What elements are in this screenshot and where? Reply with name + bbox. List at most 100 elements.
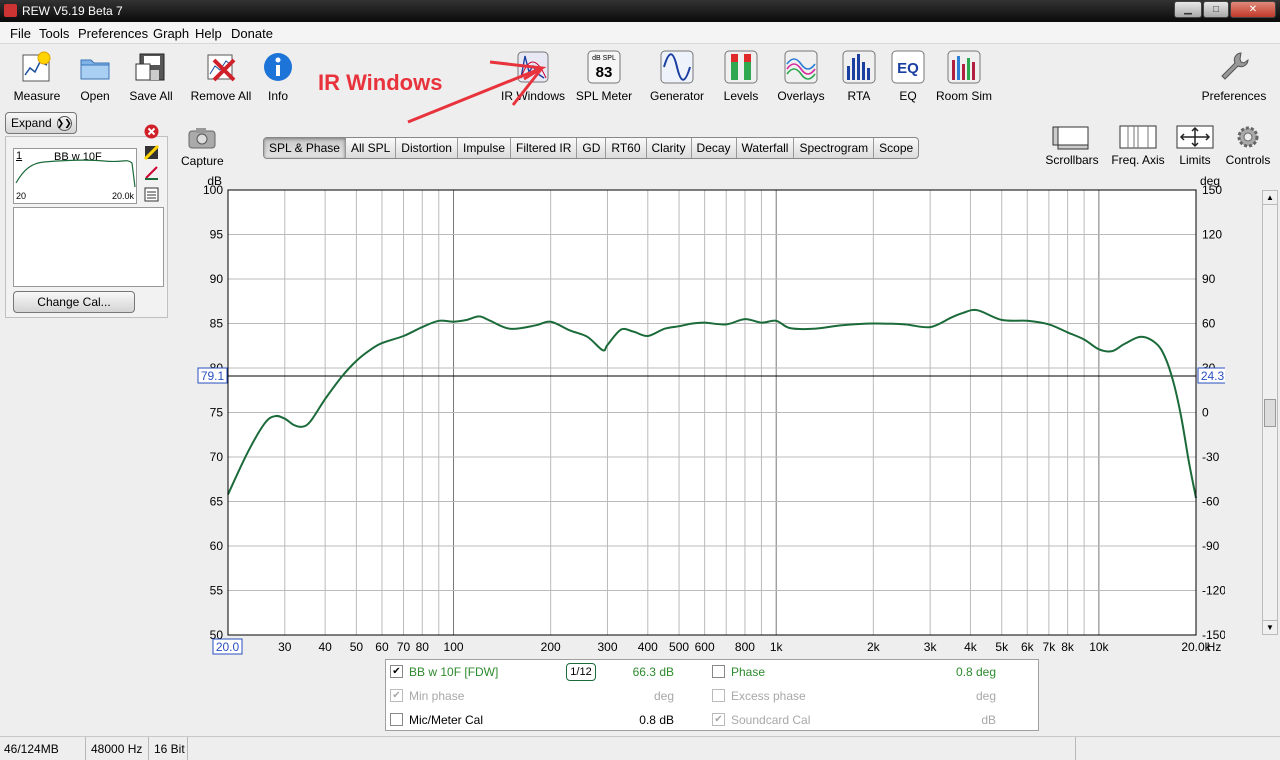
color-picker-icon[interactable] xyxy=(144,145,159,160)
levels-button[interactable]: Levels xyxy=(721,50,761,103)
overlays-button[interactable]: Overlays xyxy=(776,50,826,103)
measure-label: Measure xyxy=(13,89,61,103)
x-tick-label: 7k xyxy=(1043,640,1057,654)
y2-tick-label: -60 xyxy=(1202,495,1220,509)
change-cal-button[interactable]: Change Cal... xyxy=(13,291,135,313)
menu-preferences[interactable]: Preferences xyxy=(78,26,148,41)
info-button[interactable]: Info xyxy=(261,50,295,103)
y-tick-label: 55 xyxy=(210,584,224,598)
tab-spectrogram[interactable]: Spectrogram xyxy=(794,138,875,158)
remove-measurement-icon[interactable] xyxy=(144,124,159,139)
y-tick-label: 95 xyxy=(210,228,224,242)
x-tick-label: 5k xyxy=(995,640,1009,654)
measurement-thumbnail[interactable]: 1 BB w 10F 20 20.0k xyxy=(13,148,137,204)
tab-distortion[interactable]: Distortion xyxy=(396,138,458,158)
eq-icon: EQ xyxy=(891,50,925,84)
vertical-scrollbar[interactable]: ▲ ▼ xyxy=(1262,190,1278,635)
spl-meter-button[interactable]: dB SPL 83 SPL Meter xyxy=(574,50,634,103)
tab-spl-phase[interactable]: SPL & Phase xyxy=(264,138,346,158)
close-window-button[interactable]: ✕ xyxy=(1230,1,1276,18)
rta-button[interactable]: RTA xyxy=(842,50,876,103)
y2-tick-label: 60 xyxy=(1202,317,1216,331)
phase-checkbox[interactable] xyxy=(712,665,725,678)
cursor-deg-label: 24.3 xyxy=(1201,369,1225,383)
menu-help[interactable]: Help xyxy=(195,26,222,41)
open-button[interactable]: Open xyxy=(76,50,114,103)
line-style-icon[interactable] xyxy=(144,165,159,180)
x-tick-label: 50 xyxy=(350,640,364,654)
menu-graph[interactable]: Graph xyxy=(153,26,189,41)
controls-button[interactable]: Controls xyxy=(1222,124,1274,167)
y2-tick-label: -120 xyxy=(1202,584,1225,598)
spl-trace-name: BB w 10F [FDW] xyxy=(409,665,499,679)
tab-filtered-ir[interactable]: Filtered IR xyxy=(511,138,578,158)
tab-clarity[interactable]: Clarity xyxy=(647,138,692,158)
menu-file[interactable]: File xyxy=(10,26,31,41)
tab-rt60[interactable]: RT60 xyxy=(606,138,647,158)
min-phase-checkbox[interactable]: ✔ xyxy=(390,689,403,702)
annotation-arrow xyxy=(407,60,547,124)
capture-button[interactable]: Capture xyxy=(181,126,224,168)
tab-all-spl[interactable]: All SPL xyxy=(346,138,397,158)
scroll-down-icon[interactable]: ▼ xyxy=(1263,620,1277,634)
bit-depth-status: 16 Bit xyxy=(150,737,188,760)
x-tick-label: 40 xyxy=(318,640,332,654)
spl-trace-checkbox[interactable]: ✔ xyxy=(390,665,403,678)
freq-axis-button[interactable]: Freq. Axis xyxy=(1110,124,1166,167)
y-tick-label: 60 xyxy=(210,539,224,553)
expand-button[interactable]: Expand ❯❯ xyxy=(5,112,77,134)
notes-textarea[interactable] xyxy=(13,207,164,287)
capture-label: Capture xyxy=(181,154,224,168)
y-axis-label: dB xyxy=(207,174,222,188)
rta-icon xyxy=(842,50,876,84)
remove-all-button[interactable]: Remove All xyxy=(188,50,254,103)
maximize-button[interactable]: □ xyxy=(1203,1,1229,18)
open-label: Open xyxy=(80,89,110,103)
notes-icon[interactable] xyxy=(144,187,159,202)
sine-wave-icon xyxy=(660,50,694,84)
window-title: REW V5.19 Beta 7 xyxy=(22,4,123,18)
excess-phase-label: Excess phase xyxy=(731,689,806,703)
rta-label: RTA xyxy=(847,89,871,103)
y2-tick-label: 0 xyxy=(1202,406,1209,420)
y2-axis-label: deg xyxy=(1200,174,1220,188)
tab-waterfall[interactable]: Waterfall xyxy=(737,138,795,158)
spl-meter-label: SPL Meter xyxy=(575,89,633,103)
menu-tools[interactable]: Tools xyxy=(39,26,69,41)
measure-button[interactable]: Measure xyxy=(10,50,64,103)
tab-decay[interactable]: Decay xyxy=(692,138,737,158)
sample-rate-status: 48000 Hz xyxy=(87,737,149,760)
limits-button[interactable]: Limits xyxy=(1173,124,1217,167)
measurement-panel: 1 BB w 10F 20 20.0k Change Cal... xyxy=(5,124,168,318)
x-tick-label: 100 xyxy=(444,640,464,654)
tab-impulse[interactable]: Impulse xyxy=(458,138,512,158)
scroll-thumb[interactable] xyxy=(1264,399,1276,427)
tab-scope[interactable]: Scope xyxy=(874,138,918,158)
freq-axis-icon xyxy=(1119,125,1157,149)
smoothing-indicator[interactable]: 1/12 xyxy=(566,663,596,681)
minimize-button[interactable]: ▁ xyxy=(1174,1,1202,18)
title-bar: REW V5.19 Beta 7 ▁ □ ✕ xyxy=(0,0,1280,22)
soundcard-cal-checkbox[interactable]: ✔ xyxy=(712,713,725,726)
x-tick-label: 200 xyxy=(541,640,561,654)
levels-label: Levels xyxy=(723,89,759,103)
tab-gd[interactable]: GD xyxy=(577,138,607,158)
spl-phase-graph[interactable]: 1001509512090908560803075070-3065-6060-9… xyxy=(195,172,1225,659)
menu-bar: File Tools Preferences Graph Help Donate xyxy=(0,22,1280,44)
x-tick-label: 1k xyxy=(770,640,784,654)
preferences-button[interactable]: Preferences xyxy=(1199,50,1269,103)
x-start-label: 20.0 xyxy=(216,640,240,654)
scrollbars-button[interactable]: Scrollbars xyxy=(1043,124,1101,167)
y-tick-label: 85 xyxy=(210,317,224,331)
eq-button[interactable]: EQ EQ xyxy=(891,50,925,103)
scroll-up-icon[interactable]: ▲ xyxy=(1263,191,1277,205)
min-phase-label: Min phase xyxy=(409,689,465,703)
room-sim-button[interactable]: Room Sim xyxy=(933,50,995,103)
save-all-button[interactable]: Save All xyxy=(126,50,176,103)
measure-icon xyxy=(22,51,51,82)
generator-button[interactable]: Generator xyxy=(648,50,706,103)
menu-donate[interactable]: Donate xyxy=(231,26,273,41)
limits-label: Limits xyxy=(1179,153,1211,167)
mic-cal-checkbox[interactable] xyxy=(390,713,403,726)
excess-phase-checkbox[interactable] xyxy=(712,689,725,702)
